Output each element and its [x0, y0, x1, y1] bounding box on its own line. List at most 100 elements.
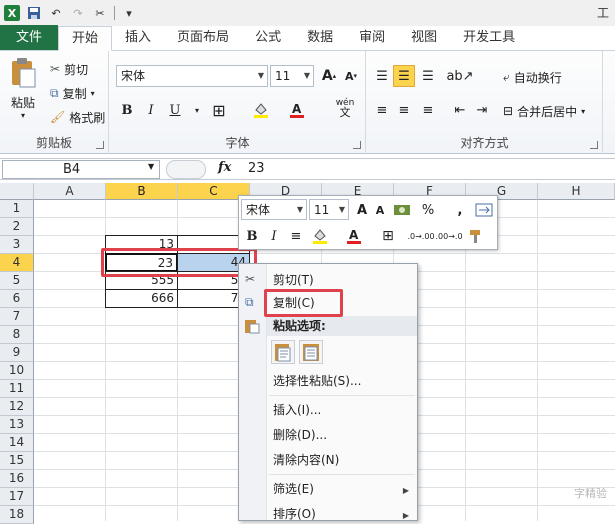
- row-header[interactable]: 18: [0, 506, 34, 524]
- paste-values-button[interactable]: [299, 340, 323, 364]
- increase-decimal-icon[interactable]: .0→.00: [407, 225, 435, 247]
- paste-button[interactable]: 粘贴 ▾: [6, 57, 40, 120]
- underline-icon[interactable]: U: [164, 99, 186, 121]
- insert-function-icon[interactable]: fx: [218, 160, 231, 175]
- row-header[interactable]: 4: [0, 254, 34, 272]
- shrink-font-icon[interactable]: A: [369, 199, 391, 221]
- chevron-down-icon: ▼: [296, 205, 303, 214]
- font-launcher-icon[interactable]: [353, 141, 361, 149]
- row-header[interactable]: 11: [0, 380, 34, 398]
- wrap-text-button[interactable]: ⤶ 自动换行: [503, 67, 562, 87]
- row-header[interactable]: 16: [0, 470, 34, 488]
- orientation-icon[interactable]: ab↗: [446, 65, 473, 87]
- copy-button[interactable]: ⧉ 复制 ▾: [50, 83, 95, 103]
- name-box[interactable]: B4: [2, 160, 160, 179]
- comma-style-icon[interactable]: ,: [449, 199, 471, 221]
- borders-icon[interactable]: ⊞: [208, 99, 230, 121]
- mini-font-name-combo[interactable]: 宋体 ▼: [241, 199, 307, 220]
- merge-center-button[interactable]: ⊟ 合并后居中 ▾: [503, 101, 585, 121]
- formula-bar-resize-handle[interactable]: [166, 160, 206, 179]
- tab-developer[interactable]: 开发工具: [450, 26, 528, 50]
- row-header[interactable]: 5: [0, 272, 34, 290]
- accounting-format-icon[interactable]: [391, 199, 413, 221]
- row-header[interactable]: 6: [0, 290, 34, 308]
- row-header[interactable]: 1: [0, 200, 34, 218]
- select-all-corner[interactable]: [0, 183, 34, 200]
- mini-font-size-combo[interactable]: 11 ▼: [309, 199, 349, 220]
- fill-color-icon[interactable]: [309, 225, 331, 247]
- align-middle-icon[interactable]: ☰: [393, 65, 415, 87]
- menu-item-delete[interactable]: 删除(D)...: [273, 425, 327, 445]
- menu-item-paste-special[interactable]: 选择性粘贴(S)...: [273, 371, 361, 391]
- customize-qat-icon[interactable]: ▾: [121, 5, 137, 21]
- undo-icon[interactable]: ↶: [48, 5, 64, 21]
- row-header[interactable]: 13: [0, 416, 34, 434]
- phonetic-guide-icon[interactable]: wén 文: [330, 97, 360, 119]
- font-color-icon[interactable]: A: [343, 225, 365, 247]
- italic-icon[interactable]: I: [140, 99, 162, 121]
- merge-cells-icon[interactable]: [473, 199, 495, 221]
- cell-b6[interactable]: 666: [105, 289, 178, 308]
- row-header[interactable]: 17: [0, 488, 34, 506]
- row-header[interactable]: 14: [0, 434, 34, 452]
- clipboard-launcher-icon[interactable]: [96, 141, 104, 149]
- tab-file[interactable]: 文件: [0, 25, 59, 50]
- grow-font-icon[interactable]: A ▴: [318, 65, 340, 87]
- decrease-indent-icon[interactable]: ⇤: [449, 99, 471, 121]
- row-header[interactable]: 3: [0, 236, 34, 254]
- row-header[interactable]: 7: [0, 308, 34, 326]
- tab-data[interactable]: 数据: [294, 26, 346, 50]
- tab-page-layout[interactable]: 页面布局: [164, 26, 242, 50]
- font-color-icon[interactable]: A: [286, 99, 308, 121]
- row-header[interactable]: 12: [0, 398, 34, 416]
- font-name-combo[interactable]: 宋体 ▼: [116, 65, 268, 87]
- bold-icon[interactable]: B: [241, 225, 263, 247]
- align-bottom-icon[interactable]: ☰: [417, 65, 439, 87]
- font-size-combo[interactable]: 11 ▼: [270, 65, 314, 87]
- align-right-icon[interactable]: ≡: [417, 99, 439, 121]
- format-painter-icon[interactable]: [465, 225, 487, 247]
- redo-icon[interactable]: ↷: [70, 5, 86, 21]
- menu-item-sort[interactable]: 排序(O): [273, 504, 316, 524]
- underline-dropdown-icon[interactable]: ▾: [186, 99, 208, 121]
- col-header-h[interactable]: H: [538, 183, 615, 200]
- menu-item-clear-contents[interactable]: 清除内容(N): [273, 450, 339, 470]
- align-center-icon[interactable]: ≡: [393, 99, 415, 121]
- center-align-icon[interactable]: ≡: [285, 225, 307, 247]
- formula-input[interactable]: 23: [248, 161, 265, 176]
- copy-dropdown-icon[interactable]: ▾: [91, 89, 95, 98]
- menu-item-cut[interactable]: 剪切(T): [273, 270, 314, 290]
- save-icon[interactable]: [26, 5, 42, 21]
- alignment-launcher-icon[interactable]: [590, 141, 598, 149]
- row-header[interactable]: 15: [0, 452, 34, 470]
- col-header-b[interactable]: B: [106, 183, 178, 200]
- cut-button[interactable]: ✂ 剪切: [50, 59, 88, 79]
- tab-insert[interactable]: 插入: [112, 26, 164, 50]
- row-header[interactable]: 8: [0, 326, 34, 344]
- name-box-dropdown-icon[interactable]: ▼: [148, 162, 154, 171]
- align-left-icon[interactable]: ≡: [371, 99, 393, 121]
- excel-logo-icon[interactable]: X: [4, 5, 20, 21]
- tab-review[interactable]: 审阅: [346, 26, 398, 50]
- row-header[interactable]: 9: [0, 344, 34, 362]
- col-header-a[interactable]: A: [34, 183, 106, 200]
- percent-style-icon[interactable]: %: [417, 199, 439, 221]
- tools-icon[interactable]: ✂: [92, 5, 108, 21]
- tab-formulas[interactable]: 公式: [242, 26, 294, 50]
- tab-home[interactable]: 开始: [58, 26, 113, 51]
- increase-indent-icon[interactable]: ⇥: [471, 99, 493, 121]
- menu-item-insert[interactable]: 插入(I)...: [273, 400, 321, 420]
- borders-icon[interactable]: ⊞: [377, 225, 399, 247]
- italic-icon[interactable]: I: [263, 225, 285, 247]
- menu-item-filter[interactable]: 筛选(E): [273, 479, 314, 499]
- tab-view[interactable]: 视图: [398, 26, 450, 50]
- row-header[interactable]: 2: [0, 218, 34, 236]
- format-painter-button[interactable]: 🖌 格式刷: [50, 107, 105, 127]
- fill-color-icon[interactable]: [250, 99, 272, 121]
- shrink-font-icon[interactable]: A ▾: [340, 65, 362, 87]
- align-top-icon[interactable]: ☰: [371, 65, 393, 87]
- bold-icon[interactable]: B: [116, 99, 138, 121]
- paste-option-button[interactable]: [271, 340, 295, 364]
- row-header[interactable]: 10: [0, 362, 34, 380]
- decrease-decimal-icon[interactable]: .00→.0: [435, 225, 463, 247]
